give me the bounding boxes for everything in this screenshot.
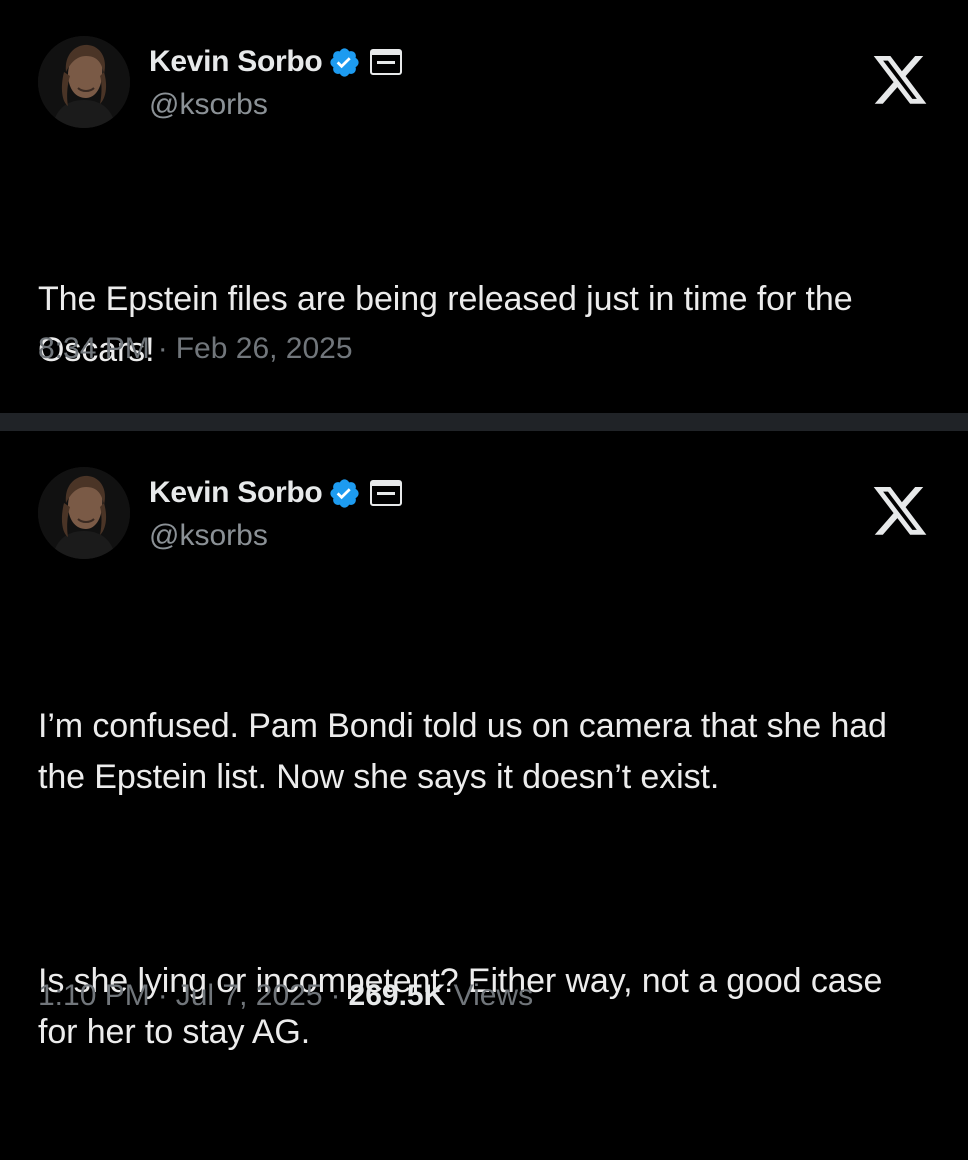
author-display-name[interactable]: Kevin Sorbo (149, 476, 323, 510)
meta-separator: · (157, 979, 168, 1012)
avatar[interactable] (38, 467, 130, 559)
author-handle[interactable]: @ksorbs (149, 88, 268, 122)
tweet-time[interactable]: 1:10 PM (38, 979, 150, 1012)
tweet-date[interactable]: Jul 7, 2025 (176, 979, 323, 1012)
x-logo-icon[interactable] (873, 487, 929, 537)
tweet-text: I’m confused. Pam Bondi told us on camer… (38, 599, 928, 1160)
affiliate-badge-icon[interactable] (370, 49, 403, 75)
x-logo-icon[interactable] (873, 56, 929, 106)
tweet-date[interactable]: Feb 26, 2025 (176, 332, 353, 365)
author-name-row: Kevin Sorbo (149, 473, 403, 513)
tweet-divider (0, 413, 968, 431)
verified-badge-icon (328, 46, 361, 79)
views-label[interactable]: Views (454, 979, 533, 1012)
tweet-meta: 1:10 PM · Jul 7, 2025 · 269.5K Views (38, 979, 533, 1013)
meta-separator: · (330, 979, 341, 1012)
avatar[interactable] (38, 36, 130, 128)
views-count[interactable]: 269.5K (349, 979, 446, 1012)
tweet-paragraph: I’m confused. Pam Bondi told us on camer… (38, 707, 897, 796)
tweet-card[interactable]: Kevin Sorbo @ksorbs I’m confused. Pam Bo… (0, 431, 968, 1059)
affiliate-badge-icon[interactable] (370, 480, 403, 506)
author-display-name[interactable]: Kevin Sorbo (149, 45, 323, 79)
author-name-row: Kevin Sorbo (149, 42, 403, 82)
author-handle[interactable]: @ksorbs (149, 519, 268, 553)
verified-badge-icon (328, 477, 361, 510)
tweet-meta: 8:34 PM · Feb 26, 2025 (38, 332, 353, 366)
tweet-time[interactable]: 8:34 PM (38, 332, 150, 365)
tweet-card[interactable]: Kevin Sorbo @ksorbs The Epstein files ar… (0, 0, 968, 413)
meta-separator: · (157, 332, 168, 365)
